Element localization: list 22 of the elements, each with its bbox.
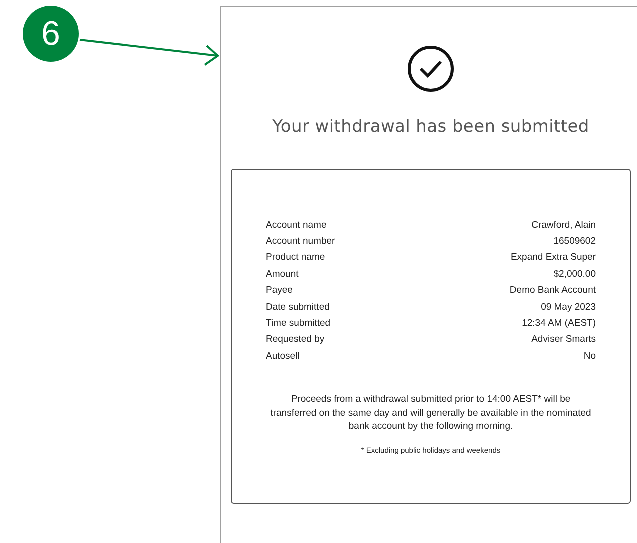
detail-label: Requested by [266,333,325,348]
detail-value: Demo Bank Account [510,284,596,298]
notice-text: Proceeds from a withdrawal submitted prior to 14:00 AEST* will be transferred on the same day and will generally be available in the nominated bank account by the following morning. [270,393,592,434]
detail-value: No [584,350,596,364]
detail-label: Product name [266,251,326,266]
detail-value: 09 May 2023 [541,300,596,315]
detail-value: $2,000.00 [554,268,596,282]
detail-label: Time submitted [266,316,331,331]
detail-label: Account number [266,234,336,249]
detail-label: Amount [266,268,299,282]
detail-value: Adviser Smarts [532,333,596,348]
callout-badge: 6 [23,6,79,62]
detail-label: Date submitted [266,300,330,315]
detail-label: Autosell [266,350,300,364]
detail-label: Payee [266,284,293,298]
detail-value: 16509602 [554,234,596,249]
detail-value: Crawford, Alain [532,218,596,233]
detail-value: Expand Extra Super [510,251,596,266]
checkmark-icon [407,45,455,93]
confirmation-title: Your withdrawal has been submitted [272,116,590,139]
detail-value: 12:34 AM (AEST) [522,316,596,331]
detail-label: Account name [266,218,327,233]
